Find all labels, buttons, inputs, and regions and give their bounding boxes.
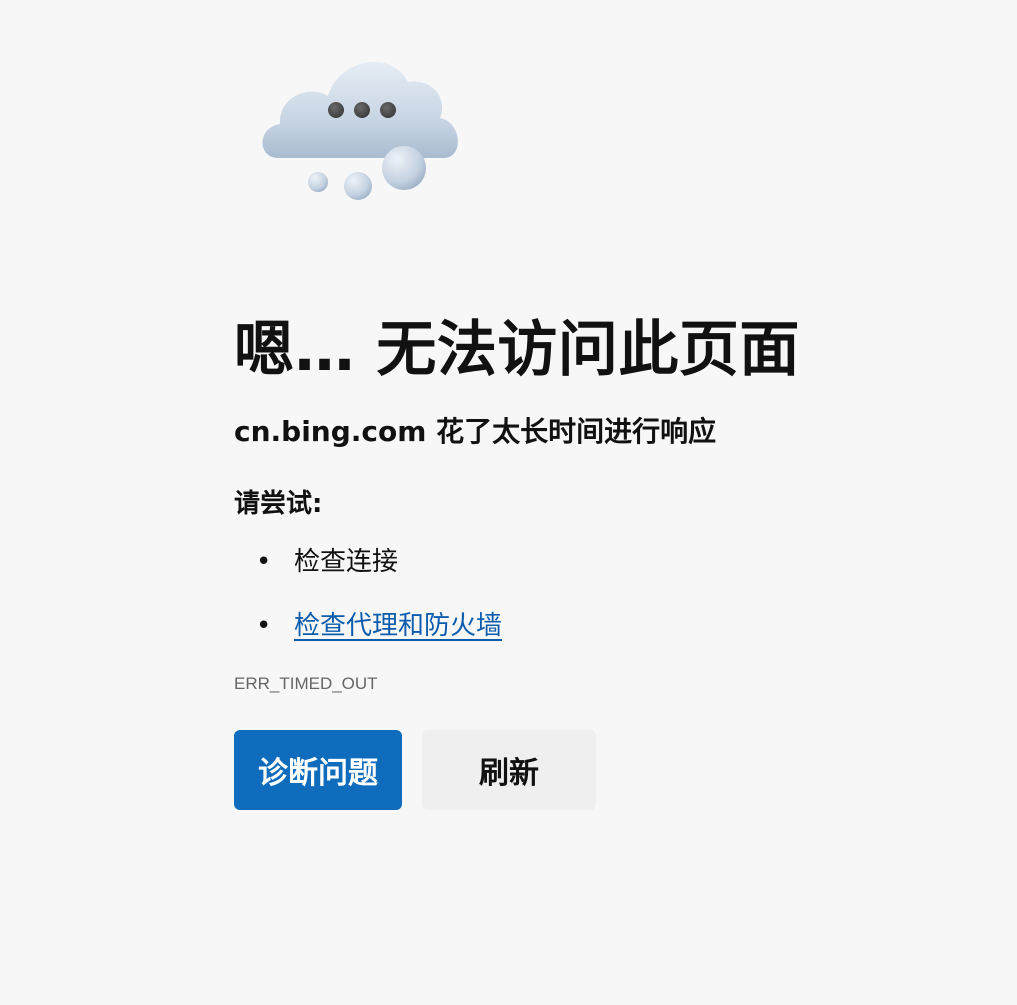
action-buttons: 诊断问题 刷新 <box>234 730 994 810</box>
error-code: ERR_TIMED_OUT <box>234 674 378 693</box>
cloud-with-dots-icon <box>250 40 480 210</box>
suggestions-list: • 检查连接 • 检查代理和防火墙 <box>234 544 994 644</box>
error-message: cn.bing.com 花了太长时间进行响应 <box>234 415 717 448</box>
bullet-icon: • <box>256 547 272 577</box>
suggestion-check-connection: • 检查连接 <box>234 544 994 580</box>
check-proxy-firewall-link[interactable]: 检查代理和防火墙 <box>294 611 502 641</box>
suggestion-text: 检查连接 <box>294 547 399 577</box>
bullet-icon: • <box>256 611 272 641</box>
page-title: 嗯… 无法访问此页面 <box>234 315 800 385</box>
diagnose-button[interactable]: 诊断问题 <box>234 730 402 810</box>
suggestion-check-proxy-firewall: • 检查代理和防火墙 <box>234 608 994 644</box>
refresh-button[interactable]: 刷新 <box>422 730 596 810</box>
error-content: 嗯… 无法访问此页面 cn.bing.com 花了太长时间进行响应 请尝试: •… <box>234 308 994 810</box>
suggestions-heading: 请尝试: <box>234 489 323 519</box>
